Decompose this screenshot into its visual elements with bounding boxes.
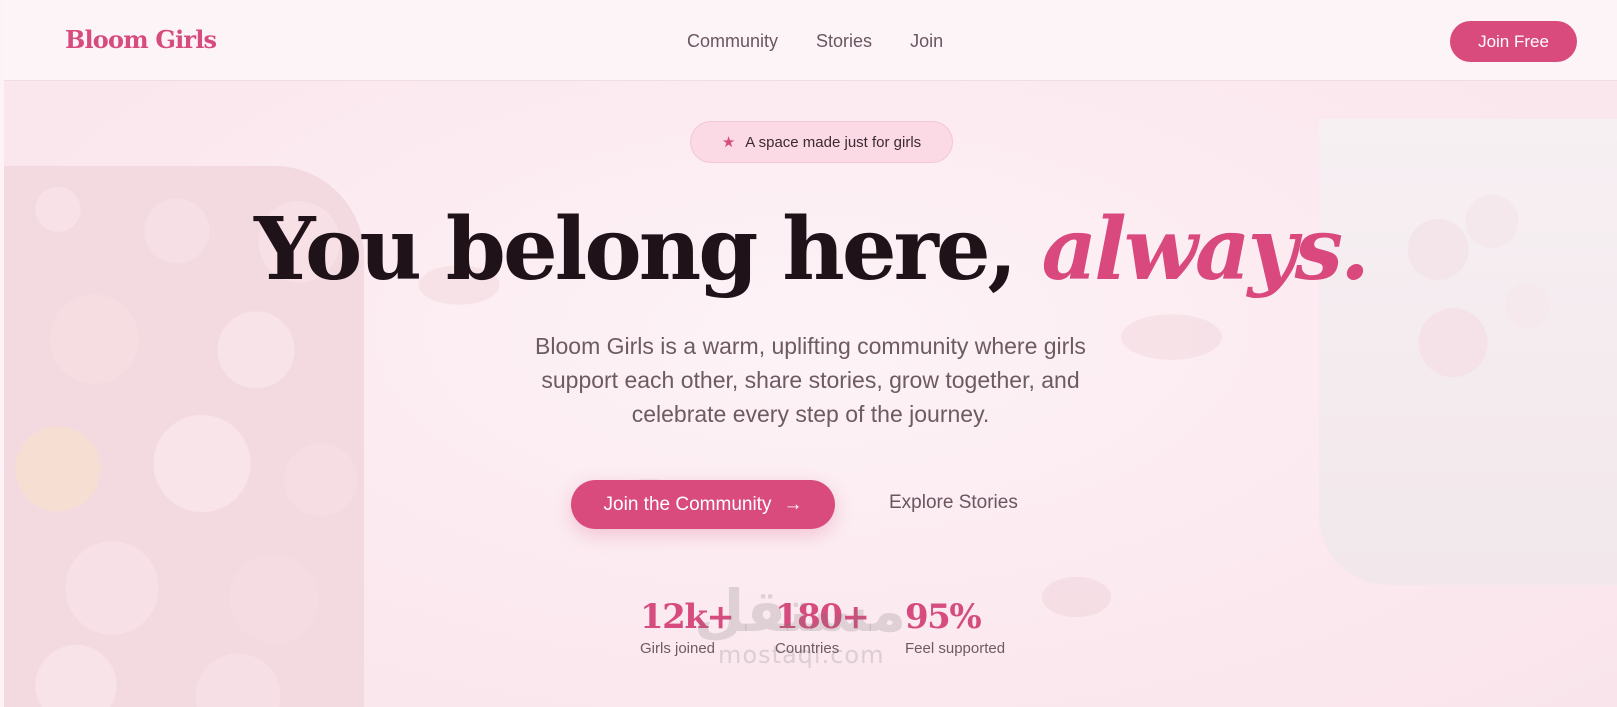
nav-link-stories[interactable]: Stories <box>816 31 872 52</box>
nav-link-community[interactable]: Community <box>687 31 778 52</box>
nav-link-join[interactable]: Join <box>910 31 943 52</box>
tagline-badge: ★ A space made just for girls <box>690 121 953 163</box>
flowers-photo-right <box>1319 119 1617 585</box>
top-nav: Bloom Girls Community Stories Join Join … <box>4 0 1617 81</box>
hero-headline: You belong here, always. <box>4 199 1617 300</box>
join-free-button[interactable]: Join Free <box>1450 21 1577 62</box>
stat-value: 12k+ <box>640 597 735 637</box>
hero-subtitle: Bloom Girls is a warm, uplifting communi… <box>535 333 1086 427</box>
headline-main: You belong here, <box>254 199 1017 300</box>
tagline-text: A space made just for girls <box>745 133 922 151</box>
join-community-button[interactable]: Join the Community → <box>571 480 835 529</box>
stat-value: 180+ <box>775 597 870 637</box>
stat-label: Feel supported <box>905 640 1006 657</box>
brand-logo[interactable]: Bloom Girls <box>65 25 217 54</box>
arrow-right-icon: → <box>783 493 803 515</box>
explore-stories-link[interactable]: Explore Stories <box>889 492 1018 514</box>
stat-value: 95% <box>905 597 982 637</box>
stat-label: Countries <box>775 640 840 657</box>
star-icon: ★ <box>721 134 736 151</box>
stat-item: 180+ Countries <box>775 596 905 657</box>
stat-item: 95% Feel supported <box>905 596 1035 657</box>
headline-accent: always. <box>1041 199 1369 300</box>
hero-section: ★ A space made just for girls You belong… <box>4 81 1617 707</box>
stat-label: Girls joined <box>640 640 716 657</box>
stats-row: 12k+ Girls joined 180+ Countries 95% Fee… <box>640 596 1035 657</box>
page: Bloom Girls Community Stories Join Join … <box>4 0 1617 707</box>
stat-item: 12k+ Girls joined <box>640 596 775 657</box>
nav-links: Community Stories Join <box>687 31 943 52</box>
join-community-label: Join the Community <box>603 493 772 515</box>
